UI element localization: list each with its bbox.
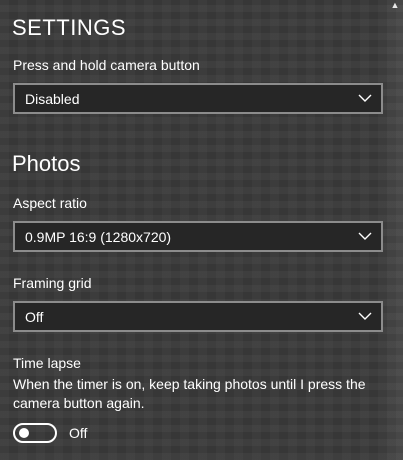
framing-grid-label: Framing grid <box>13 275 92 291</box>
time-lapse-label: Time lapse <box>13 355 81 371</box>
time-lapse-state: Off <box>69 425 88 441</box>
camera-button-dropdown[interactable]: Disabled <box>13 83 383 114</box>
time-lapse-description: When the timer is on, keep taking photos… <box>13 376 366 411</box>
chevron-down-icon <box>358 94 372 102</box>
aspect-ratio-value: 0.9MP 16:9 (1280x720) <box>25 229 172 245</box>
camera-button-label: Press and hold camera button <box>13 57 200 73</box>
aspect-ratio-label: Aspect ratio <box>13 195 87 211</box>
framing-grid-dropdown[interactable]: Off <box>13 301 383 332</box>
chevron-down-icon <box>358 312 372 320</box>
settings-panel: ▲ SETTINGS Press and hold camera button … <box>0 0 403 460</box>
photos-heading: Photos <box>12 151 81 176</box>
scroll-up-icon[interactable]: ▲ <box>390 0 400 10</box>
framing-grid-value: Off <box>25 309 44 325</box>
page-title: SETTINGS <box>12 15 127 40</box>
chevron-down-icon <box>358 232 372 240</box>
toggle-knob <box>19 428 29 438</box>
camera-button-value: Disabled <box>25 91 80 107</box>
aspect-ratio-dropdown[interactable]: 0.9MP 16:9 (1280x720) <box>13 221 383 252</box>
time-lapse-toggle[interactable] <box>13 423 57 443</box>
scrollbar[interactable]: ▲ <box>387 0 403 460</box>
